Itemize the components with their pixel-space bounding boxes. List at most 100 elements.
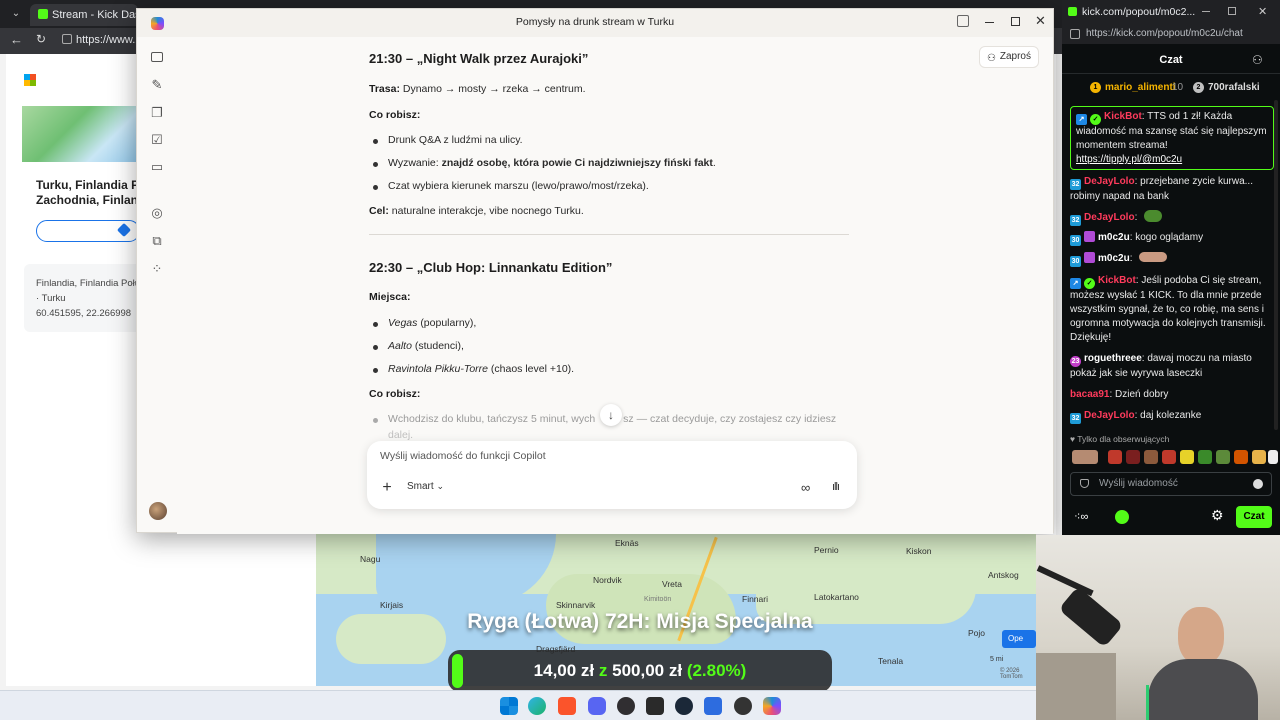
discover-icon[interactable]: ◎ — [149, 205, 165, 221]
emoji-icon[interactable] — [1253, 479, 1263, 489]
discord-icon[interactable] — [588, 697, 606, 715]
sub-badge-icon: 23 — [1070, 356, 1081, 367]
emote-icon[interactable] — [1198, 450, 1212, 464]
copilot-icon[interactable] — [763, 697, 781, 715]
arrow-down-icon: ↓ — [608, 408, 614, 422]
bullet-dot — [373, 322, 378, 327]
obs-icon[interactable] — [617, 697, 635, 715]
chat-scrollbar[interactable] — [1274, 100, 1278, 430]
composer-input[interactable]: Wyślij wiadomość do funkcji Copilot — [380, 450, 820, 462]
site-info-icon[interactable] — [1070, 29, 1080, 39]
info-coordinates: 60.451595, 22.266998 — [36, 308, 132, 319]
gifter-name[interactable]: mario_alimenti — [1105, 82, 1176, 93]
directions-icon — [116, 222, 132, 238]
emote-icon[interactable] — [1144, 450, 1158, 464]
minimize-icon[interactable] — [985, 22, 994, 23]
map-label: Kiskon — [906, 546, 932, 556]
emote-icon[interactable] — [1108, 450, 1122, 464]
chevron-down-icon: ⌄ — [436, 481, 444, 491]
glasses-icon[interactable]: ∞ — [801, 480, 810, 495]
popout-icon[interactable] — [957, 15, 969, 27]
chat-title: Czat — [1159, 54, 1183, 66]
map-label: Kimitoön — [644, 596, 672, 603]
list-item: Ravintola Pikku-Torre (chaos level +10). — [388, 363, 575, 375]
app-icon[interactable] — [704, 697, 722, 715]
map-scale: 5 mi — [990, 656, 1004, 663]
steam-icon[interactable] — [675, 697, 693, 715]
imagine-icon[interactable]: ⧉ — [149, 233, 165, 249]
emote-icon[interactable] — [1162, 450, 1176, 464]
rank-badge: 2 — [1193, 82, 1204, 93]
chat-tools-icon[interactable]: ⁖∞ — [1074, 510, 1088, 523]
sub-badge-icon: 32 — [1070, 215, 1081, 226]
add-attachment-button[interactable]: + — [376, 477, 398, 499]
new-chat-icon[interactable]: ✎ — [149, 77, 165, 93]
apps-grid-icon[interactable]: ⁘ — [149, 261, 165, 277]
kick-logo-icon — [38, 9, 48, 19]
back-icon[interactable]: ← — [10, 32, 23, 47]
microphone-arm — [1036, 565, 1094, 597]
emote-icon[interactable] — [1268, 450, 1278, 464]
streamer-head — [1178, 607, 1224, 665]
davinci-icon[interactable] — [734, 697, 752, 715]
list-item: Aalto (studenci), — [388, 340, 464, 352]
emote-icon[interactable] — [1126, 450, 1140, 464]
directions-button[interactable] — [36, 220, 140, 242]
chat-input[interactable]: Wyślij wiadomość — [1070, 472, 1272, 496]
tab-kick-dashboard[interactable]: Stream - Kick Dashboard — [30, 4, 138, 26]
sub-badge-icon: 32 — [1070, 179, 1081, 190]
pages-icon[interactable]: ❐ — [149, 105, 165, 121]
window-title: Pomysły na drunk stream w Turku — [515, 16, 675, 28]
edge-icon[interactable] — [528, 697, 546, 715]
list-item: Wyzwanie: znajdź osobę, która powie Ci n… — [388, 157, 716, 169]
invite-button[interactable]: ⚇ Zaproś — [979, 46, 1039, 68]
minimize-icon[interactable] — [1202, 11, 1210, 12]
avatar[interactable] — [149, 502, 167, 520]
scroll-down-button[interactable]: ↓ — [600, 404, 622, 426]
kick-circle-icon[interactable] — [1115, 510, 1129, 524]
tasks-icon[interactable]: ☑ — [149, 132, 165, 148]
goal-connector: z — [598, 661, 608, 680]
bullet-dot — [373, 162, 378, 167]
reload-icon[interactable]: ↻ — [36, 32, 46, 46]
frog-emote-icon — [1144, 210, 1163, 222]
maximize-icon[interactable] — [1011, 17, 1020, 26]
tipply-link[interactable]: https://tipply.pl/@m0c2u — [1076, 154, 1182, 165]
epic-games-icon[interactable] — [646, 697, 664, 715]
what-label: Co robisz: — [369, 109, 421, 121]
mode-selector[interactable]: Smart ⌄ — [407, 481, 444, 492]
sidebar-toggle-icon[interactable] — [149, 49, 165, 65]
emote-icon[interactable] — [1216, 450, 1230, 464]
headphone-cable — [1146, 685, 1149, 720]
site-info-icon[interactable] — [62, 34, 72, 44]
address-field[interactable]: https://www.bi — [76, 34, 144, 46]
settings-gear-icon[interactable]: ⚙ — [1211, 507, 1224, 524]
kick-address[interactable]: https://kick.com/popout/m0c2u/chat — [1086, 28, 1243, 39]
map-label: Pernio — [814, 545, 839, 555]
bullet-dot — [373, 418, 378, 423]
emote-icon[interactable] — [1234, 450, 1248, 464]
send-chat-button[interactable]: Czat — [1236, 506, 1272, 528]
maximize-icon[interactable] — [1228, 7, 1236, 15]
close-icon[interactable]: ✕ — [1035, 13, 1046, 29]
voice-icon[interactable]: ıllı — [832, 481, 840, 493]
route-line: Trasa: Dynamo → mosty → rzeka → centrum. — [369, 83, 586, 95]
tab-list-chevron-icon[interactable]: ⌄ — [8, 6, 24, 22]
brave-icon[interactable] — [558, 697, 576, 715]
goal-target: 500,00 zł — [612, 661, 683, 680]
info-city: · Turku — [36, 293, 66, 304]
windows-start-icon[interactable] — [500, 697, 518, 715]
emote-icon[interactable] — [1252, 450, 1266, 464]
folder-icon[interactable]: ▭ — [149, 159, 165, 175]
emote-icon[interactable] — [1072, 450, 1098, 464]
close-icon[interactable]: ✕ — [1258, 0, 1267, 24]
windows-taskbar — [0, 690, 1036, 720]
map-open-button[interactable]: Ope — [1002, 630, 1036, 648]
emote-icon[interactable] — [1180, 450, 1194, 464]
place-hero-image — [22, 106, 140, 162]
users-icon[interactable]: ⚇ — [1252, 53, 1263, 67]
gifter-name[interactable]: 700rafalski — [1208, 82, 1260, 93]
verified-badge-icon: ✓ — [1090, 114, 1101, 125]
shield-icon — [1080, 479, 1089, 488]
chat-message: 23 roguethreee: dawaj moczu na miasto pok… — [1070, 353, 1252, 379]
